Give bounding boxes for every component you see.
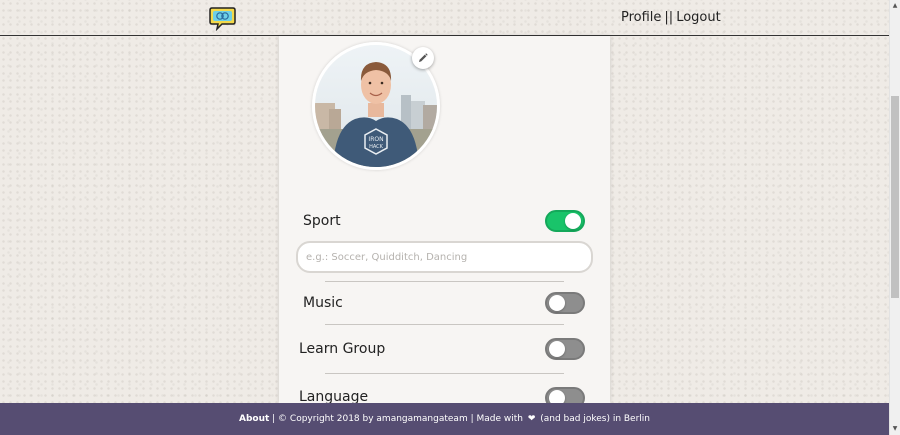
divider	[325, 373, 564, 374]
interest-label-language: Language	[299, 389, 369, 403]
user-nav: Profile || Logout	[621, 10, 721, 25]
vertical-scrollbar[interactable]: ▲ ▼	[889, 0, 900, 435]
divider	[325, 324, 564, 325]
profile-link[interactable]: Profile	[621, 10, 661, 25]
toggle-knob	[549, 295, 565, 311]
top-nav-bar: Profile || Logout	[0, 0, 889, 36]
sport-input[interactable]	[296, 241, 593, 273]
footer: About | © Copyright 2018 by amangamangat…	[0, 403, 889, 435]
edit-avatar-button[interactable]	[412, 47, 434, 69]
heart-icon: ❤	[527, 414, 536, 424]
pencil-icon	[419, 53, 428, 62]
sport-toggle[interactable]	[545, 210, 585, 232]
scroll-down-arrow-icon[interactable]: ▼	[890, 424, 900, 434]
interest-label-music: Music	[303, 295, 343, 311]
footer-closing-text: (and bad jokes) in Berlin	[537, 414, 651, 424]
nav-separator: ||	[664, 10, 674, 25]
language-toggle[interactable]	[545, 387, 585, 403]
copyright-text: | © Copyright 2018 by amangamangateam | …	[269, 414, 526, 424]
about-link[interactable]: About	[239, 414, 269, 424]
learn-group-toggle[interactable]	[545, 338, 585, 360]
scroll-up-arrow-icon[interactable]: ▲	[890, 1, 900, 11]
toggle-knob	[565, 213, 581, 229]
toggle-knob	[549, 390, 565, 403]
scrollbar-thumb[interactable]	[891, 96, 899, 298]
interest-label-learn-group: Learn Group	[299, 341, 386, 357]
music-toggle[interactable]	[545, 292, 585, 314]
profile-card: IRON HACK Sport Music Learn Group	[279, 36, 610, 403]
logout-link[interactable]: Logout	[676, 10, 721, 25]
svg-text:IRON: IRON	[368, 136, 383, 143]
chat-bubble-logo-icon[interactable]	[209, 6, 236, 32]
toggle-knob	[549, 341, 565, 357]
interest-label-sport: Sport	[303, 213, 341, 229]
divider	[325, 281, 564, 282]
svg-text:HACK: HACK	[369, 144, 384, 150]
